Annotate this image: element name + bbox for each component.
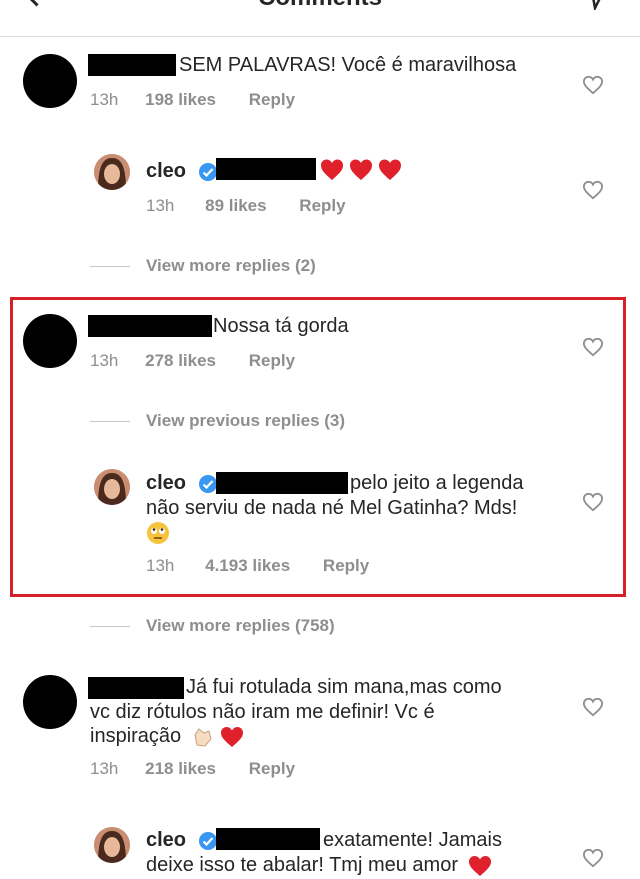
verified-badge-icon	[198, 474, 217, 493]
reply-meta: 13h 89 likes Reply	[146, 196, 346, 216]
verified-badge-icon	[198, 162, 217, 181]
comment-text: inspiração	[90, 725, 182, 747]
redacted-username	[88, 677, 184, 699]
timestamp: 13h	[146, 196, 175, 215]
highlight-box	[10, 297, 626, 597]
likes-count[interactable]: 89 likes	[205, 196, 266, 215]
heart-icon[interactable]	[582, 337, 604, 357]
view-previous-replies[interactable]: View previous replies (3)	[146, 411, 345, 431]
username[interactable]: cleo	[146, 829, 186, 851]
timestamp: 13h	[90, 90, 119, 109]
likes-count[interactable]: 278 likes	[145, 351, 216, 370]
reply-meta: 13h 4.193 likes Reply	[146, 556, 369, 576]
avatar[interactable]	[23, 675, 77, 729]
top-bar: Comments	[0, 0, 640, 37]
comment-text: SEM PALAVRAS! Você é maravilhosa	[179, 54, 517, 76]
reply-text-line: exatamente! Jamais	[323, 829, 502, 851]
comment-text-line: inspiração	[90, 722, 244, 750]
heart-icon[interactable]	[582, 492, 604, 512]
timestamp: 13h	[90, 759, 119, 778]
avatar[interactable]	[23, 314, 77, 368]
divider	[90, 626, 130, 627]
send-icon[interactable]	[582, 0, 608, 10]
likes-count[interactable]: 198 likes	[145, 90, 216, 109]
avatar-cleo[interactable]	[94, 469, 130, 505]
reply-text-line: deixe isso te abalar! Tmj meu amor	[146, 851, 492, 879]
comment-meta: 13h 278 likes Reply	[90, 351, 295, 371]
heart-icon[interactable]	[582, 75, 604, 95]
red-heart-emoji-icon	[468, 855, 491, 876]
reply-header: cleo	[146, 469, 218, 497]
username[interactable]: cleo	[146, 472, 186, 494]
redacted-username	[216, 472, 348, 494]
reply-button[interactable]: Reply	[323, 556, 369, 575]
avatar[interactable]	[23, 54, 77, 108]
avatar-cleo[interactable]	[94, 827, 130, 863]
reply-text-line: pelo jeito a legenda	[350, 472, 524, 494]
redacted-username	[216, 828, 320, 850]
red-heart-emoji-icon	[221, 726, 244, 747]
reply-header: cleo	[146, 826, 218, 854]
comment-text-line: Já fui rotulada sim mana,mas como	[186, 676, 502, 698]
reply-header: cleo	[146, 157, 218, 185]
username[interactable]: cleo	[146, 160, 186, 182]
divider	[90, 421, 130, 422]
likes-count[interactable]: 218 likes	[145, 759, 216, 778]
heart-icon[interactable]	[582, 180, 604, 200]
view-more-replies[interactable]: View more replies (758)	[146, 616, 335, 636]
likes-count[interactable]: 4.193 likes	[205, 556, 290, 575]
page-title: Comments	[0, 0, 640, 12]
redacted-username	[88, 315, 212, 337]
heart-icon[interactable]	[582, 697, 604, 717]
view-more-replies[interactable]: View more replies (2)	[146, 256, 316, 276]
reply-text-line: não serviu de nada né Mel Gatinha? Mds!	[146, 497, 518, 519]
redacted-username	[216, 158, 316, 180]
timestamp: 13h	[90, 351, 119, 370]
reply-button[interactable]: Reply	[249, 759, 295, 778]
comment-meta: 13h 218 likes Reply	[90, 759, 295, 779]
clapping-hands-emoji-icon	[194, 727, 212, 747]
divider	[90, 266, 130, 267]
verified-badge-icon	[198, 831, 217, 850]
timestamp: 13h	[146, 556, 175, 575]
reply-button[interactable]: Reply	[299, 196, 345, 215]
eye-roll-emoji-icon	[147, 522, 169, 544]
avatar-cleo[interactable]	[94, 154, 130, 190]
comment-text: Nossa tá gorda	[213, 315, 349, 337]
reply-button[interactable]: Reply	[249, 351, 295, 370]
reply-button[interactable]: Reply	[249, 90, 295, 109]
heart-icon[interactable]	[582, 848, 604, 868]
redacted-username	[88, 54, 176, 76]
comment-meta: 13h 198 likes Reply	[90, 90, 295, 110]
reply-text: deixe isso te abalar! Tmj meu amor	[146, 854, 458, 876]
hearts-emoji	[320, 158, 402, 187]
